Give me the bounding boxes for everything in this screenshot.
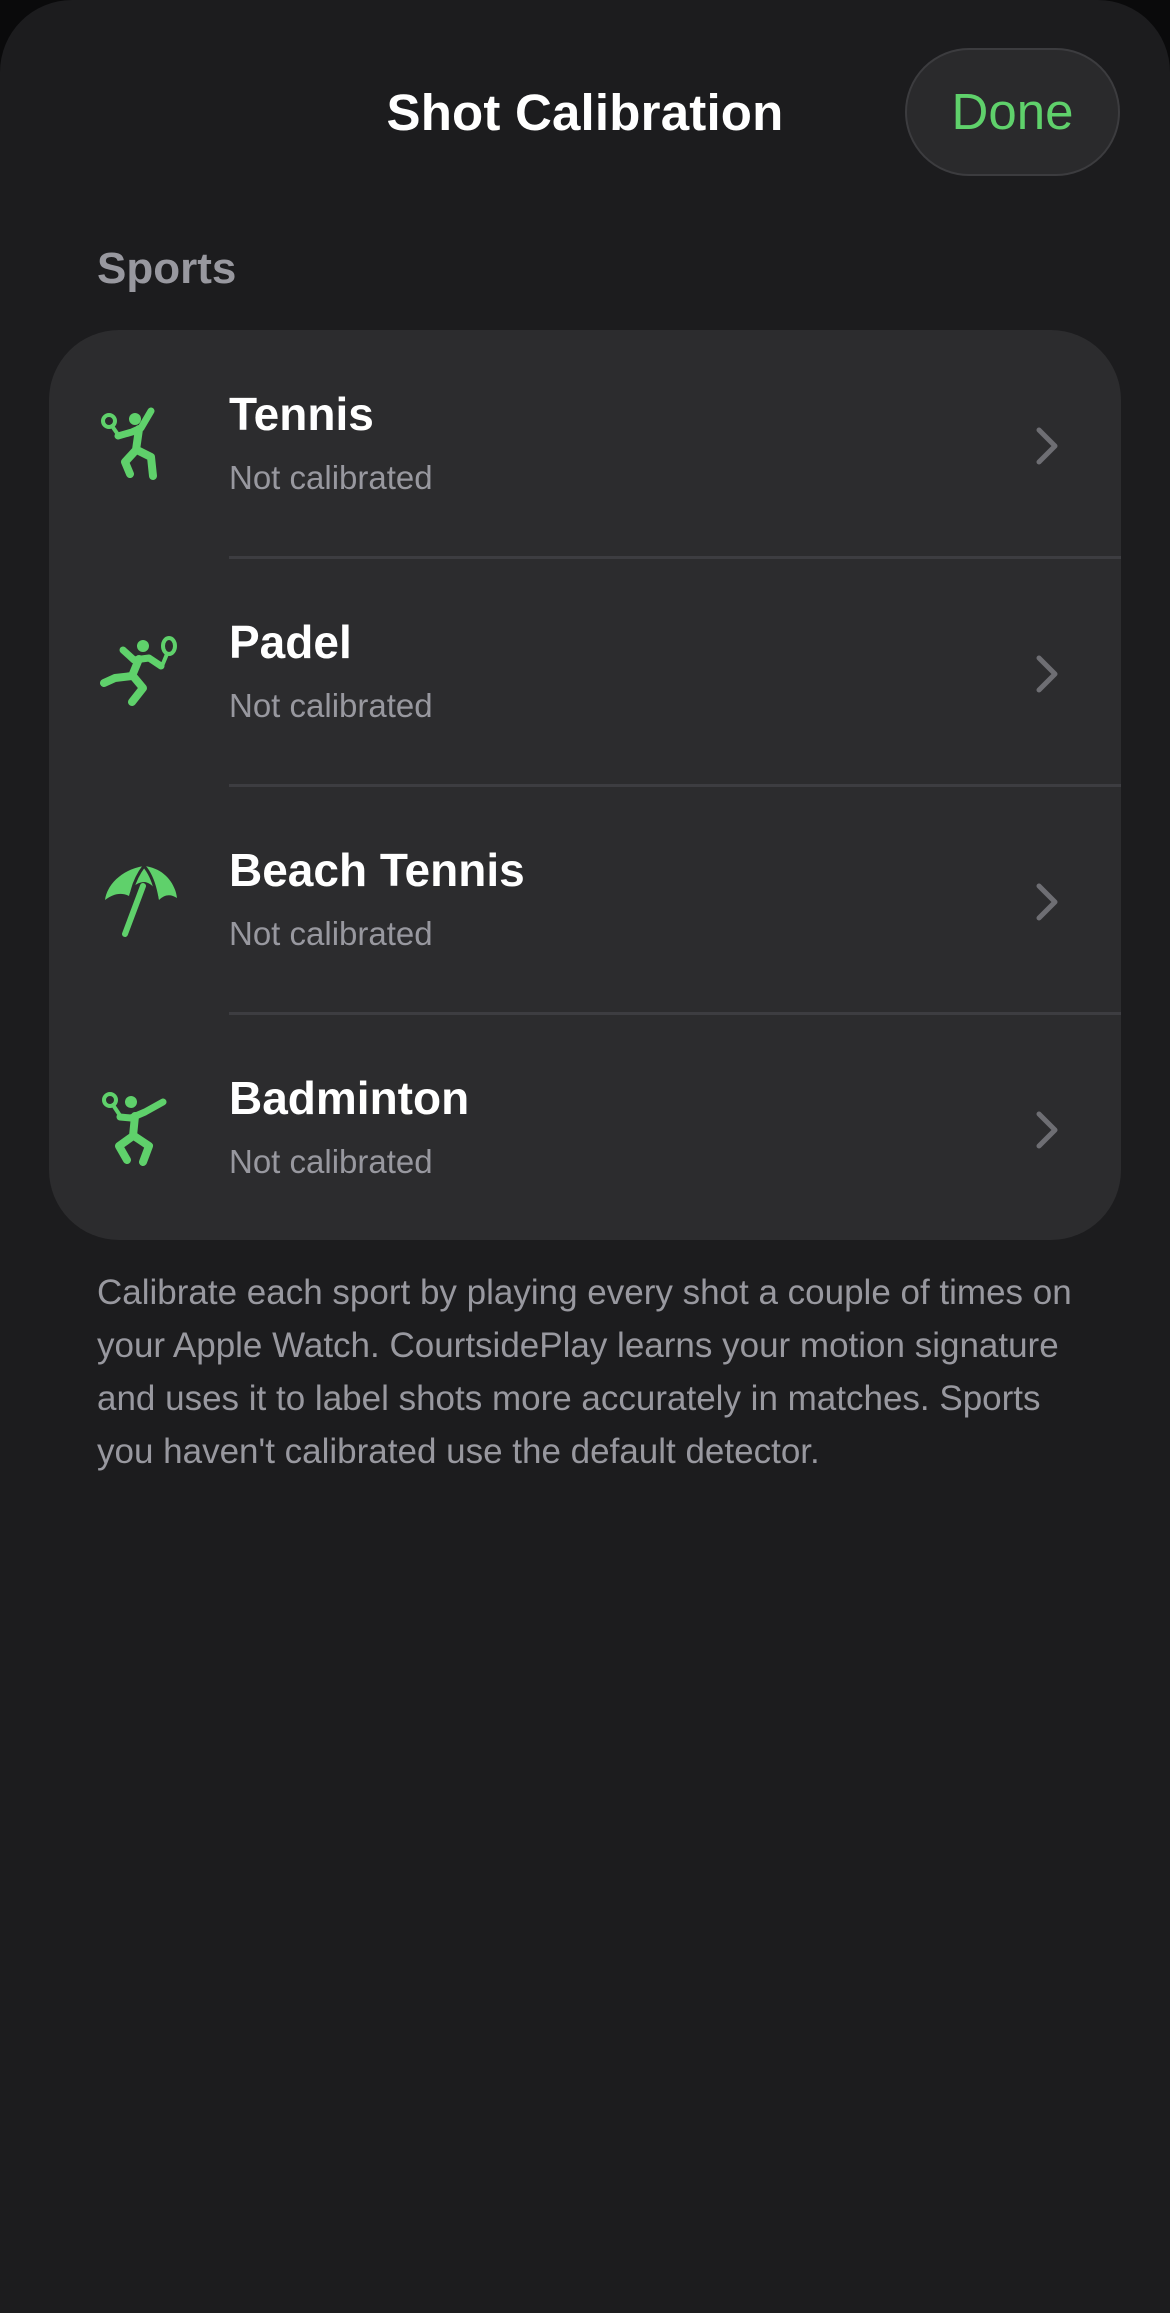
sport-row-badminton[interactable]: Badminton Not calibrated xyxy=(49,1014,1121,1240)
chevron-right-icon xyxy=(1035,426,1059,466)
calibration-status: Not calibrated xyxy=(229,459,433,496)
sport-name: Tennis xyxy=(229,388,374,440)
sport-row-beach-tennis[interactable]: Beach Tennis Not calibrated xyxy=(49,786,1121,1014)
sport-name: Badminton xyxy=(229,1072,470,1124)
sport-name: Padel xyxy=(229,616,352,668)
beach-umbrella-icon xyxy=(99,860,179,940)
chevron-right-icon xyxy=(1035,882,1059,922)
calibration-status: Not calibrated xyxy=(229,1143,433,1180)
calibration-status: Not calibrated xyxy=(229,687,433,724)
done-button[interactable]: Done xyxy=(905,48,1120,176)
sport-row-tennis[interactable]: Tennis Not calibrated xyxy=(49,330,1121,558)
badminton-player-icon xyxy=(99,1088,179,1168)
sports-list: Tennis Not calibrated Padel Not calibrat xyxy=(49,330,1121,1240)
tennis-player-icon xyxy=(99,404,179,484)
footer-explanation: Calibrate each sport by playing every sh… xyxy=(97,1273,1072,1471)
section-header-sports: Sports xyxy=(97,244,237,293)
sport-row-padel[interactable]: Padel Not calibrated xyxy=(49,558,1121,786)
chevron-right-icon xyxy=(1035,654,1059,694)
sport-name: Beach Tennis xyxy=(229,844,525,896)
calibration-status: Not calibrated xyxy=(229,915,433,952)
padel-player-icon xyxy=(99,632,179,712)
chevron-right-icon xyxy=(1035,1110,1059,1150)
calibration-sheet: Shot Calibration Done Sports Tennis Not … xyxy=(0,0,1170,2313)
